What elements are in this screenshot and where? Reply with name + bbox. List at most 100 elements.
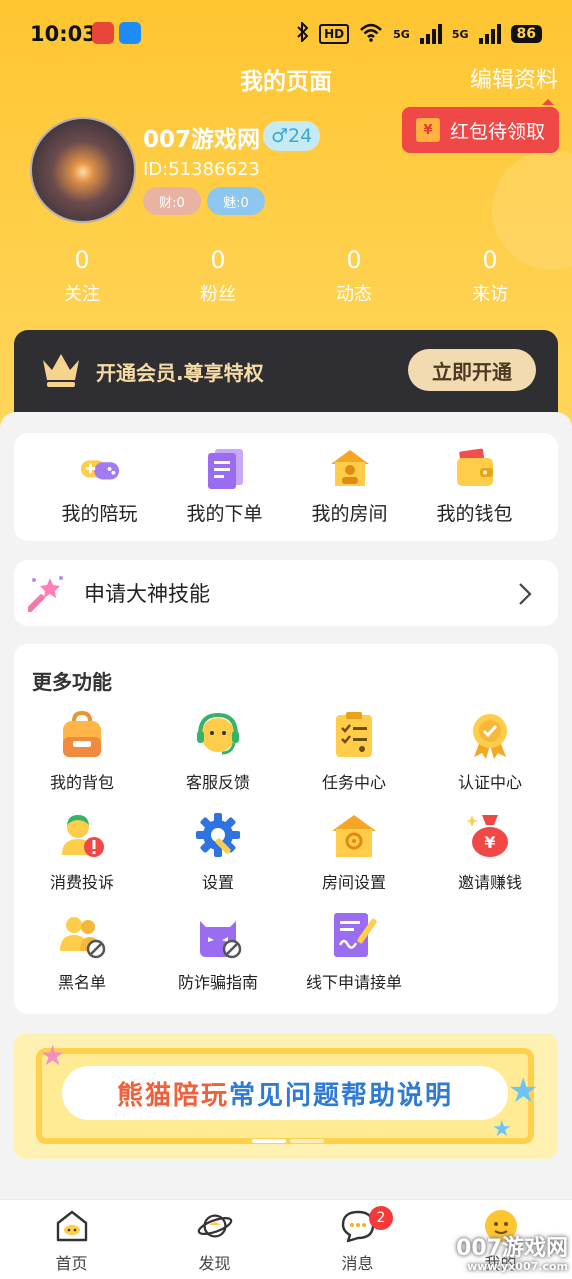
gender-age-badge: ♂24: [263, 121, 321, 151]
order-icon: [204, 447, 246, 489]
grid-label: 客服反馈: [185, 773, 250, 792]
apply-skill-row[interactable]: 申请大神技能: [14, 560, 558, 626]
wallet-icon: [454, 447, 496, 489]
quick-actions-card: 我的陪玩 我的下单 我的房间 我的钱包: [14, 433, 558, 541]
grid-label: 我的背包: [49, 773, 114, 792]
stat-value: 0: [74, 246, 90, 274]
quick-item-my-companion[interactable]: 我的陪玩: [37, 433, 162, 541]
stat-value: 0: [346, 246, 362, 274]
money-bag-icon: ¥: [465, 810, 515, 860]
grid-item-room-settings[interactable]: 房间设置: [286, 810, 422, 910]
stat-fans[interactable]: 0 粉丝: [150, 246, 286, 306]
magic-wand-icon: [28, 576, 63, 612]
grid-item-invite-earn[interactable]: ¥ 邀请赚钱: [422, 810, 558, 910]
star-decoration-icon: ★: [40, 1039, 66, 1072]
banner-title-part2: 常见问题帮助说明: [229, 1080, 454, 1111]
banner-title: 熊猫陪玩 常见问题帮助说明: [62, 1066, 508, 1120]
status-time: 10:03: [30, 22, 97, 46]
signal1-icon: [419, 24, 442, 44]
grid-item-offline-apply[interactable]: 线下申请接单: [286, 910, 422, 1010]
stat-label: 来访: [472, 284, 508, 305]
home-icon: [54, 1208, 90, 1244]
red-packet-icon: ¥: [416, 118, 440, 142]
banner-title-part1: 熊猫陪玩: [116, 1080, 229, 1111]
user-id: ID:51386623: [143, 159, 260, 180]
customer-service-icon: [193, 710, 243, 760]
stat-visitors[interactable]: 0 来访: [422, 246, 558, 306]
hd-icon: HD: [319, 24, 350, 44]
grid-label: 认证中心: [457, 773, 522, 792]
watermark-text: 007游戏网: [456, 1235, 568, 1261]
charm-badge: 魅:0: [207, 187, 265, 215]
anti-fraud-icon: [193, 910, 243, 960]
grid-label: 防诈骗指南: [177, 973, 258, 992]
grid-item-complaint[interactable]: 消费投诉: [14, 810, 150, 910]
discover-icon: [197, 1208, 233, 1244]
status-bar: 10:03 HD 5G 5G 86: [0, 0, 572, 68]
certification-icon: [465, 710, 515, 760]
battery-indicator: 86: [510, 25, 542, 43]
vip-banner: 开通会员.尊享特权 立即开通: [14, 330, 558, 414]
complaint-icon: [57, 810, 107, 860]
quick-label: 我的房间: [311, 503, 388, 525]
grid-item-certification[interactable]: 认证中心: [422, 710, 558, 810]
grid-item-settings[interactable]: 设置: [150, 810, 286, 910]
tab-home[interactable]: 首页: [0, 1200, 143, 1279]
offline-apply-icon: [329, 910, 379, 960]
stat-value: 0: [482, 246, 498, 274]
stat-posts[interactable]: 0 动态: [286, 246, 422, 306]
room-settings-icon: [329, 810, 379, 860]
more-functions-card: 更多功能 我的背包 客服反馈 任务中心 认证中心 消费投诉 设置 房间设置 ¥ …: [14, 644, 558, 1014]
grid-label: 房间设置: [321, 873, 386, 892]
stat-label: 动态: [336, 284, 372, 305]
tab-messages[interactable]: 消息 2: [286, 1200, 429, 1279]
status-icons: HD 5G 5G 86: [297, 20, 542, 46]
grid-label: 邀请赚钱: [457, 873, 522, 892]
net1-label: 5G: [393, 27, 410, 41]
stat-following[interactable]: 0 关注: [14, 246, 150, 306]
vip-open-button[interactable]: 立即开通: [408, 349, 536, 391]
tab-label: 消息: [341, 1254, 374, 1273]
functions-grid: 我的背包 客服反馈 任务中心 认证中心 消费投诉 设置 房间设置 ¥ 邀请赚钱 …: [14, 710, 558, 1010]
quick-label: 我的陪玩: [61, 503, 138, 525]
crown-icon: [43, 354, 79, 387]
red-packet-label: 红包待领取: [450, 120, 546, 143]
grid-label: 黑名单: [57, 973, 106, 992]
stat-value: 0: [210, 246, 226, 274]
quick-item-my-orders[interactable]: 我的下单: [162, 433, 287, 541]
star-decoration-icon: ★: [492, 1117, 512, 1142]
settings-gear-icon: [193, 810, 243, 860]
avatar[interactable]: [30, 117, 136, 223]
room-icon: [329, 447, 371, 489]
stat-label: 关注: [64, 284, 100, 305]
apply-skill-label: 申请大神技能: [84, 582, 210, 606]
svg-text:¥: ¥: [484, 833, 495, 852]
tab-label: 首页: [55, 1254, 88, 1273]
grid-item-anti-fraud[interactable]: 防诈骗指南: [150, 910, 286, 1010]
grid-item-blacklist[interactable]: 黑名单: [14, 910, 150, 1010]
quick-item-my-wallet[interactable]: 我的钱包: [412, 433, 537, 541]
signal2-icon: [478, 24, 501, 44]
wifi-icon: [359, 22, 383, 46]
grid-item-task-center[interactable]: 任务中心: [286, 710, 422, 810]
star-decoration-icon: ★: [508, 1071, 539, 1111]
quick-label: 我的钱包: [436, 503, 513, 525]
grid-item-customer-service[interactable]: 客服反馈: [150, 710, 286, 810]
grid-item-backpack[interactable]: 我的背包: [14, 710, 150, 810]
wealth-badge: 财:0: [143, 187, 201, 215]
net2-label: 5G: [451, 27, 469, 41]
banner-pager: [252, 1139, 324, 1143]
grid-label: 任务中心: [321, 773, 386, 792]
backpack-icon: [57, 710, 107, 760]
notification-app-icon: [92, 22, 114, 44]
vip-text: 开通会员.尊享特权: [96, 361, 264, 385]
edit-profile-link[interactable]: 编辑资料: [470, 62, 558, 94]
username: 007游戏网: [143, 127, 261, 153]
watermark: 007游戏网 www.yx007.com: [456, 1235, 568, 1273]
red-packet-button[interactable]: ¥ 红包待领取: [402, 99, 559, 153]
quick-item-my-room[interactable]: 我的房间: [287, 433, 412, 541]
tab-discover[interactable]: 发现: [143, 1200, 286, 1279]
stats-row: 0 关注 0 粉丝 0 动态 0 来访: [14, 246, 558, 306]
chevron-right-icon: [519, 583, 532, 605]
task-icon: [329, 710, 379, 760]
